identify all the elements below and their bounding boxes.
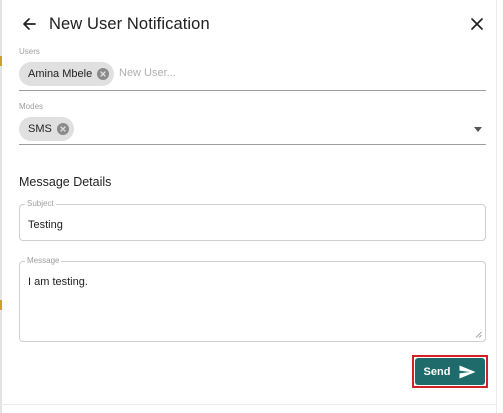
background-accent xyxy=(0,300,2,310)
close-button[interactable] xyxy=(467,14,487,34)
close-icon xyxy=(471,18,483,30)
dialog-right-border xyxy=(496,0,497,413)
background-accent xyxy=(0,56,2,66)
message-field: Message I am testing. xyxy=(19,256,486,342)
modes-field[interactable]: Modes SMS xyxy=(19,102,486,146)
back-button[interactable] xyxy=(19,14,39,34)
remove-mode-chip-button[interactable] xyxy=(56,123,69,135)
users-field-label: Users xyxy=(19,47,40,56)
user-chip-label: Amina Mbele xyxy=(28,68,93,80)
user-chip: Amina Mbele xyxy=(19,62,115,86)
subject-field: Subject xyxy=(19,199,486,241)
message-label: Message xyxy=(25,256,62,265)
send-button-label: Send xyxy=(423,365,451,378)
users-field-underline xyxy=(19,90,486,91)
dialog-title: New User Notification xyxy=(49,14,210,33)
mode-chip: SMS xyxy=(19,117,74,141)
mode-chip-label: SMS xyxy=(28,123,52,135)
remove-user-chip-button[interactable] xyxy=(97,68,110,80)
send-icon xyxy=(459,365,476,379)
modes-field-label: Modes xyxy=(19,102,44,111)
send-button[interactable]: Send xyxy=(415,358,485,385)
subject-label: Subject xyxy=(25,199,56,208)
arrow-left-icon xyxy=(23,18,36,30)
dialog-header: New User Notification xyxy=(19,11,489,37)
message-details-heading: Message Details xyxy=(19,175,112,189)
resize-grip-icon[interactable] xyxy=(475,331,482,338)
caret-down-icon[interactable] xyxy=(474,127,482,132)
cancel-circle-icon xyxy=(60,126,66,132)
new-user-input[interactable] xyxy=(119,67,469,79)
users-field: Users Amina Mbele xyxy=(19,47,486,91)
dialog-bottom-border xyxy=(0,404,496,405)
subject-input[interactable] xyxy=(28,219,468,231)
modes-field-underline xyxy=(19,144,486,145)
cancel-circle-icon xyxy=(100,71,106,77)
message-textarea[interactable]: I am testing. xyxy=(28,276,478,336)
